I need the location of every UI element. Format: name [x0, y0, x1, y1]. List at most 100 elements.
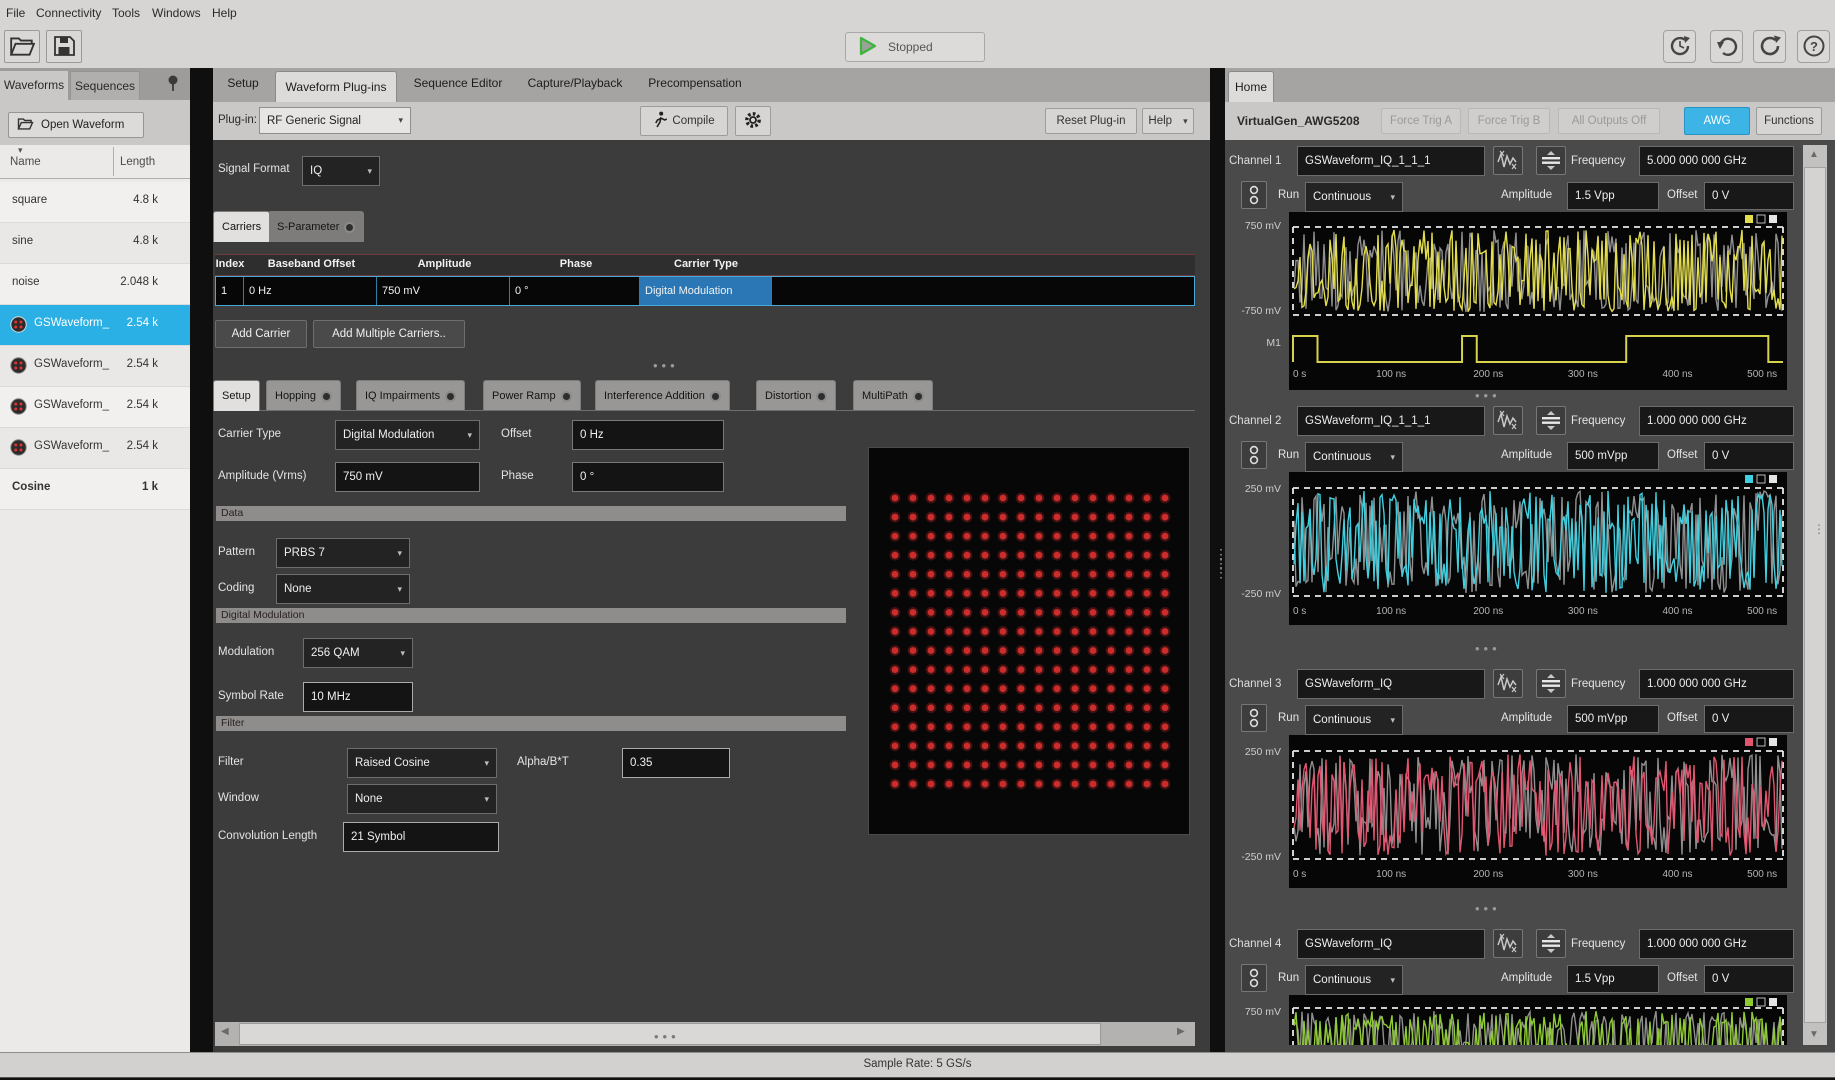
filter-dropdown[interactable]: Raised Cosine ▾: [347, 748, 497, 778]
menu-help[interactable]: Help: [212, 6, 237, 20]
menu-connectivity[interactable]: Connectivity: [36, 6, 101, 20]
vertical-scrollbar[interactable]: ▲ ⋮ ▼: [1803, 145, 1827, 1045]
marker-settings-icon[interactable]: [1536, 406, 1566, 435]
tab-s-parameter[interactable]: S-Parameter: [268, 211, 364, 242]
waveform-preview-icon[interactable]: [1493, 929, 1523, 958]
add-carrier-button[interactable]: Add Carrier: [215, 320, 307, 348]
column-header-length[interactable]: Length: [120, 156, 155, 168]
alpha-bt-field[interactable]: 0.35: [622, 748, 730, 778]
undo-button[interactable]: [1710, 30, 1743, 63]
menu-windows[interactable]: Windows: [152, 6, 201, 20]
list-item[interactable]: noise2.048 k: [0, 264, 190, 305]
tab-home[interactable]: Home: [1228, 71, 1274, 102]
tab-capture-playback[interactable]: Capture/Playback: [519, 76, 631, 90]
tab-waveform-plugins[interactable]: Waveform Plug-ins: [275, 71, 397, 102]
carrier-table-row[interactable]: 1 0 Hz 750 mV 0 ° Digital Modulation: [215, 276, 1195, 306]
subtab-interference-addition[interactable]: Interference Addition: [595, 380, 730, 411]
scroll-right-icon[interactable]: ▶: [1177, 1026, 1185, 1037]
tab-setup[interactable]: Setup: [218, 76, 268, 90]
restore-setup-button[interactable]: [1663, 30, 1696, 63]
coding-dropdown[interactable]: None ▾: [276, 574, 410, 604]
reset-plugin-button[interactable]: Reset Plug-in: [1045, 108, 1137, 134]
waveform-preview-icon[interactable]: [1493, 669, 1523, 698]
run-mode-dropdown[interactable]: Continuous▾: [1305, 182, 1403, 212]
scroll-up-icon[interactable]: ▲: [1809, 149, 1819, 160]
vertical-splitter[interactable]: ⋮⋮⋮: [1210, 68, 1225, 1052]
pattern-dropdown[interactable]: PRBS 7 ▾: [276, 538, 410, 568]
compile-button[interactable]: Compile: [640, 106, 728, 136]
frequency-field[interactable]: 5.000 000 000 GHz: [1639, 146, 1794, 176]
force-trig-a-button[interactable]: Force Trig A: [1381, 108, 1461, 134]
amplitude-vrms-field[interactable]: 750 mV: [335, 462, 480, 492]
tab-sequence-editor[interactable]: Sequence Editor: [405, 76, 511, 90]
functions-mode-button[interactable]: Functions: [1756, 107, 1822, 135]
plugin-settings-button[interactable]: [735, 106, 771, 136]
tab-carriers[interactable]: Carriers: [213, 211, 270, 242]
tab-waveforms[interactable]: Waveforms: [0, 71, 68, 100]
list-item[interactable]: sine4.8 k: [0, 223, 190, 264]
amplitude-field[interactable]: 1.5 Vpp: [1567, 182, 1659, 210]
offset-field[interactable]: 0 V: [1704, 442, 1794, 470]
channel-separator-grip[interactable]: •••: [1475, 388, 1501, 403]
force-trig-b-button[interactable]: Force Trig B: [1468, 108, 1550, 134]
channel-separator-grip[interactable]: •••: [1475, 641, 1501, 656]
waveform-name-field[interactable]: GSWaveform_IQ_1_1_1: [1297, 406, 1485, 436]
list-item[interactable]: GSWaveform_2.54 k: [0, 428, 190, 469]
symbol-rate-field[interactable]: 10 MHz: [303, 682, 413, 712]
subtab-power-ramp[interactable]: Power Ramp: [483, 380, 581, 411]
column-header-name[interactable]: Name: [10, 156, 41, 168]
list-item-selected[interactable]: GSWaveform_2.54 k: [0, 305, 190, 346]
tab-precompensation[interactable]: Precompensation: [637, 76, 753, 90]
run-mode-dropdown[interactable]: Continuous▾: [1305, 442, 1403, 472]
waveform-plot[interactable]: 0 s100 ns200 ns300 ns400 ns500 ns: [1289, 735, 1787, 888]
run-state-button[interactable]: Stopped: [845, 32, 985, 62]
help-button[interactable]: ?: [1797, 30, 1830, 63]
waveform-plot[interactable]: [1289, 995, 1787, 1045]
window-dropdown[interactable]: None ▾: [347, 784, 497, 814]
list-item[interactable]: GSWaveform_2.54 k: [0, 346, 190, 387]
plugin-dropdown[interactable]: RF Generic Signal ▾: [259, 107, 411, 134]
carrier-type-dropdown[interactable]: Digital Modulation ▾: [335, 420, 480, 450]
waveform-plot[interactable]: 0 s100 ns200 ns300 ns400 ns500 ns: [1289, 212, 1787, 390]
open-file-button[interactable]: [4, 30, 40, 63]
subtab-multipath[interactable]: MultiPath: [853, 380, 933, 411]
sort-desc-icon[interactable]: ▾: [18, 145, 23, 156]
menu-file[interactable]: File: [6, 6, 25, 20]
waveform-name-field[interactable]: GSWaveform_IQ_1_1_1: [1297, 146, 1485, 176]
pin-icon[interactable]: [166, 74, 180, 97]
open-waveform-button[interactable]: Open Waveform: [8, 112, 144, 138]
all-outputs-off-button[interactable]: All Outputs Off: [1558, 108, 1660, 134]
marker-settings-icon[interactable]: [1536, 669, 1566, 698]
list-item[interactable]: square4.8 k: [0, 182, 190, 223]
subtab-setup[interactable]: Setup: [213, 380, 260, 411]
offset-field[interactable]: 0 V: [1704, 965, 1794, 993]
frequency-field[interactable]: 1.000 000 000 GHz: [1639, 406, 1794, 436]
amplitude-field[interactable]: 500 mVpp: [1567, 442, 1659, 470]
marker-settings-icon[interactable]: [1536, 146, 1566, 175]
modulation-dropdown[interactable]: 256 QAM ▾: [303, 638, 413, 668]
offset-field[interactable]: 0 V: [1704, 705, 1794, 733]
menu-tools[interactable]: Tools: [112, 6, 140, 20]
carrier-type-cell[interactable]: Digital Modulation: [640, 277, 772, 305]
section-resize-grip[interactable]: •••: [653, 358, 679, 373]
subtab-hopping[interactable]: Hopping: [266, 380, 341, 411]
help-menu-button[interactable]: Help ▾: [1142, 108, 1194, 134]
add-multiple-carriers-button[interactable]: Add Multiple Carriers..: [313, 320, 465, 348]
frequency-field[interactable]: 1.000 000 000 GHz: [1639, 929, 1794, 959]
amplitude-field[interactable]: 1.5 Vpp: [1567, 965, 1659, 993]
scroll-left-icon[interactable]: ◀: [221, 1026, 229, 1037]
run-mode-dropdown[interactable]: Continuous▾: [1305, 705, 1403, 735]
subtab-iq-impairments[interactable]: IQ Impairments: [356, 380, 465, 411]
waveform-preview-icon[interactable]: [1493, 146, 1523, 175]
save-button[interactable]: [46, 30, 82, 63]
channel-separator-grip[interactable]: •••: [1475, 901, 1501, 916]
waveform-plot[interactable]: 0 s100 ns200 ns300 ns400 ns500 ns: [1289, 472, 1787, 625]
tab-sequences[interactable]: Sequences: [70, 71, 140, 100]
amplitude-field[interactable]: 500 mVpp: [1567, 705, 1659, 733]
marker-settings-icon[interactable]: [1536, 929, 1566, 958]
horizontal-scrollbar[interactable]: ◀ ••• ▶: [215, 1022, 1195, 1046]
frequency-field[interactable]: 1.000 000 000 GHz: [1639, 669, 1794, 699]
output-state-icon[interactable]: [1241, 964, 1267, 992]
run-mode-dropdown[interactable]: Continuous▾: [1305, 965, 1403, 995]
refresh-button[interactable]: [1753, 30, 1786, 63]
